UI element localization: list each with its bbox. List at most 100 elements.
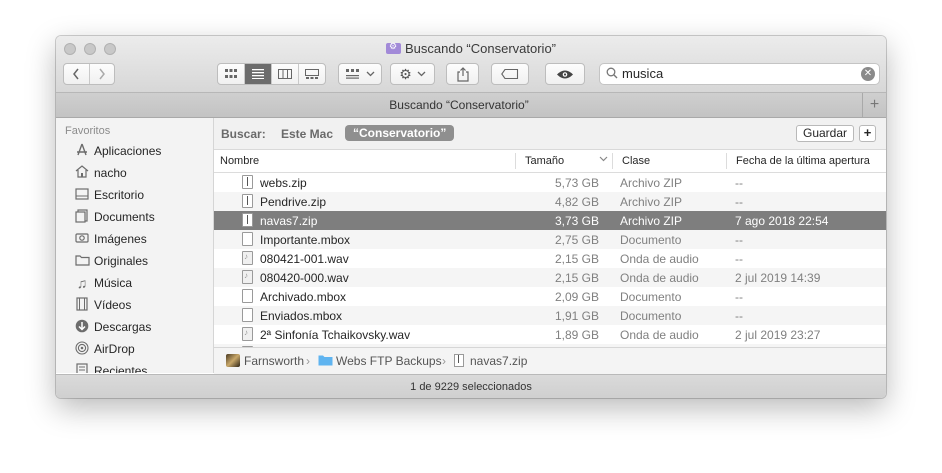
file-row[interactable]: Importante.mbox 2,75 GB Documento -- — [214, 230, 886, 249]
file-size: 5,73 GB — [554, 176, 599, 190]
sidebar-item-musica[interactable]: ♫ Música — [74, 273, 132, 293]
sidebar-header-favorites: Favoritos — [65, 125, 111, 137]
sidebar-item-label: Documents — [94, 210, 155, 224]
column-date[interactable]: Fecha de la última apertura — [736, 155, 870, 167]
chevron-down-icon — [417, 71, 426, 77]
back-button[interactable] — [64, 64, 90, 84]
applications-icon — [74, 143, 90, 160]
zip-file-icon — [454, 354, 468, 367]
group-icon — [345, 69, 359, 79]
sidebar-item-aplicaciones[interactable]: Aplicaciones — [74, 141, 161, 161]
file-row[interactable]: Enviados.mbox 1,91 GB Documento -- — [214, 306, 886, 325]
sidebar-item-originales[interactable]: Originales — [74, 251, 148, 271]
action-button[interactable]: ⚙ — [390, 63, 435, 85]
sidebar-item-label: AirDrop — [94, 342, 135, 356]
document-file-icon — [242, 308, 253, 322]
home-icon — [74, 165, 90, 181]
sidebar-item-nacho[interactable]: nacho — [74, 163, 127, 183]
file-kind: Onda de audio — [620, 271, 699, 285]
file-row[interactable]: Pendrive.zip 4,82 GB Archivo ZIP -- — [214, 192, 886, 211]
sidebar-item-label: Aplicaciones — [94, 144, 162, 158]
zip-file-icon — [242, 175, 253, 189]
path-item-farnsworth[interactable]: Farnsworth — [244, 354, 304, 368]
file-row[interactable]: 080420-000.wav 2,15 GB Onda de audio 2 j… — [214, 268, 886, 287]
document-file-icon — [242, 289, 253, 303]
column-header: Nombre Tamaño Clase Fecha de la última a… — [214, 150, 886, 173]
file-kind: Documento — [620, 233, 682, 247]
downloads-icon — [74, 319, 90, 336]
tags-button[interactable] — [491, 63, 529, 85]
file-date: -- — [735, 252, 743, 266]
audio-file-icon — [242, 327, 253, 341]
tab-title[interactable]: Buscando “Conservatorio” — [56, 98, 862, 112]
path-item-webs-ftp-backups[interactable]: Webs FTP Backups — [336, 354, 442, 368]
sidebar-item-imagenes[interactable]: Imágenes — [74, 229, 147, 249]
search-field[interactable]: musica ✕ — [599, 63, 880, 85]
file-row[interactable]: webs.zip 5,73 GB Archivo ZIP -- — [214, 173, 886, 192]
scope-this-mac[interactable]: Este Mac — [281, 127, 333, 141]
save-search-button[interactable]: Guardar — [796, 125, 854, 142]
file-row-selected[interactable]: navas7.zip 3,73 GB Archivo ZIP 7 ago 201… — [214, 211, 886, 230]
file-size: 1,91 GB — [554, 309, 599, 323]
window-title: Buscando “Conservatorio” — [404, 41, 557, 56]
view-mode-control — [217, 63, 326, 85]
column-separator[interactable] — [726, 153, 727, 169]
title-bar: Buscando “Conservatorio” — [56, 36, 886, 93]
gallery-view-button[interactable] — [299, 64, 325, 84]
file-kind: Onda de audio — [620, 328, 699, 342]
tab-bar: Buscando “Conservatorio” + — [56, 93, 886, 118]
document-file-icon — [242, 232, 253, 246]
column-separator[interactable] — [612, 153, 613, 169]
airdrop-icon — [74, 340, 90, 358]
sidebar-item-label: Escritorio — [94, 188, 145, 202]
sidebar-item-documents[interactable]: Documents — [74, 207, 155, 227]
column-name[interactable]: Nombre — [220, 155, 259, 167]
scope-conservatorio[interactable]: “Conservatorio” — [345, 125, 455, 141]
quick-look-button[interactable] — [545, 63, 585, 85]
gallery-view-icon — [304, 69, 319, 79]
forward-button[interactable] — [90, 64, 115, 84]
group-by-button[interactable] — [338, 63, 382, 85]
window-title-container: Buscando “Conservatorio” — [56, 41, 886, 56]
eye-icon — [557, 70, 573, 78]
file-row[interactable]: 2ª Sinfonía Tchaikovsky.wav 1,89 GB Onda… — [214, 325, 886, 344]
file-row[interactable]: Archivado.mbox 2,09 GB Documento -- — [214, 287, 886, 306]
icon-view-icon — [225, 69, 238, 78]
column-view-button[interactable] — [272, 64, 299, 84]
file-row[interactable]: 080421-001.wav 2,15 GB Onda de audio -- — [214, 249, 886, 268]
path-item-navas7[interactable]: navas7.zip — [470, 354, 527, 368]
gear-icon: ⚙ — [399, 65, 412, 82]
column-separator[interactable] — [515, 153, 516, 169]
chevron-right-icon — [99, 68, 105, 80]
sidebar-item-label: Originales — [94, 254, 149, 268]
main-content: Buscar: Este Mac “Conservatorio” Guardar… — [214, 118, 886, 374]
new-tab-button[interactable]: + — [862, 93, 886, 117]
sidebar-item-escritorio[interactable]: Escritorio — [74, 185, 144, 205]
folder-icon — [318, 354, 333, 367]
column-size[interactable]: Tamaño — [525, 155, 564, 167]
file-date: 2 jul 2019 14:39 — [735, 271, 821, 285]
chevron-down-icon — [366, 71, 374, 77]
search-icon — [606, 67, 618, 82]
file-date: 7 ago 2018 22:54 — [735, 214, 829, 228]
add-criteria-button[interactable]: + — [859, 125, 876, 142]
chevron-left-icon — [73, 68, 79, 80]
column-kind[interactable]: Clase — [622, 155, 650, 167]
path-separator-icon: › — [442, 354, 446, 368]
file-kind: Archivo ZIP — [620, 176, 683, 190]
sidebar-item-airdrop[interactable]: AirDrop — [74, 339, 135, 359]
path-bar: Farnsworth › Webs FTP Backups › navas7.z… — [214, 347, 886, 374]
path-separator-icon: › — [306, 354, 310, 368]
share-button[interactable] — [446, 63, 479, 85]
search-query[interactable]: musica — [622, 66, 663, 81]
file-name: 080420-000.wav — [260, 271, 349, 285]
file-name: Importante.mbox — [260, 233, 351, 247]
list-view-button[interactable] — [245, 64, 272, 84]
selection-status: 1 de 9229 seleccionados — [410, 381, 532, 393]
sidebar-item-descargas[interactable]: Descargas — [74, 317, 151, 337]
file-size: 2,15 GB — [554, 271, 599, 285]
sidebar-item-recientes[interactable]: Recientes — [74, 361, 147, 373]
icon-view-button[interactable] — [218, 64, 246, 84]
clear-search-icon[interactable]: ✕ — [861, 67, 875, 81]
sidebar-item-videos[interactable]: Vídeos — [74, 295, 131, 315]
